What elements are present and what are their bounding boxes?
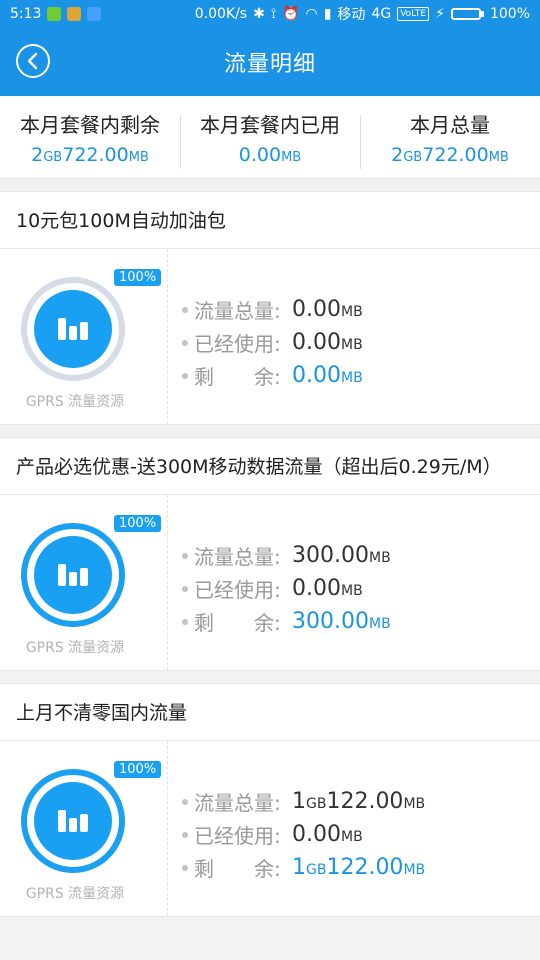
battery-icon xyxy=(450,8,484,20)
package-title: 10元包100M自动加油包 xyxy=(0,192,540,249)
summary-remaining-value: 2GB722.00MB xyxy=(31,143,149,166)
summary-total-label: 本月总量 xyxy=(410,112,490,137)
used-row: 已经使用: 0.00MB xyxy=(182,818,540,851)
charging-icon: ⚡ xyxy=(435,6,445,22)
usage-ring xyxy=(21,523,125,627)
app-notification-icon xyxy=(47,7,62,21)
signal-icon: ▮ xyxy=(323,6,332,22)
summary-used-label: 本月套餐内已用 xyxy=(200,112,340,137)
usage-ring xyxy=(21,277,125,381)
bullet-icon xyxy=(182,339,188,346)
summary-remaining: 本月套餐内剩余 2GB722.00MB xyxy=(0,109,180,166)
net-speed: 0.00K/s xyxy=(194,6,248,22)
bullet-icon xyxy=(182,864,188,871)
bullet-icon xyxy=(182,618,188,625)
usage-summary: 本月套餐内剩余 2GB722.00MB 本月套餐内已用 0.00MB 本月总量 … xyxy=(0,96,540,179)
package-card[interactable]: 10元包100M自动加油包 100% GPRS 流量资源 流量总量: 0.00M… xyxy=(0,191,540,425)
page-title: 流量明细 xyxy=(223,52,316,77)
usage-ring xyxy=(21,769,125,873)
back-button[interactable] xyxy=(16,44,50,78)
app-notification-icon xyxy=(87,7,102,21)
network-type: 4G xyxy=(371,6,392,22)
percent-badge: 100% xyxy=(114,515,162,532)
alarm-icon: ⏰ xyxy=(282,6,300,22)
package-card[interactable]: 产品必选优惠-送300M移动数据流量（超出后0.29元/M） 100% GPRS… xyxy=(0,437,540,671)
package-card[interactable]: 上月不清零国内流量 100% GPRS 流量资源 流量总量: 1GB122.00… xyxy=(0,683,540,917)
status-bar: 5:13 0.00K/s ✱ ⟟ ⏰ ◠ ▮ 移动 4G VoLTE ⚡ 100… xyxy=(0,0,540,28)
bar-chart-icon xyxy=(58,564,88,586)
bullet-icon xyxy=(182,831,188,838)
summary-used: 本月套餐内已用 0.00MB xyxy=(180,109,360,169)
status-time: 5:13 xyxy=(10,6,42,22)
summary-total-value: 2GB722.00MB xyxy=(391,143,509,166)
package-title: 上月不清零国内流量 xyxy=(0,684,540,741)
resource-label: GPRS 流量资源 xyxy=(25,394,125,410)
summary-used-value: 0.00MB xyxy=(238,143,302,166)
bullet-icon xyxy=(182,552,188,559)
percent-badge: 100% xyxy=(114,761,162,778)
used-row: 已经使用: 0.00MB xyxy=(182,572,540,605)
battery-percent: 100% xyxy=(489,6,530,22)
total-row: 流量总量: 0.00MB xyxy=(182,293,540,326)
wifi-icon: ◠ xyxy=(305,6,318,22)
resource-label: GPRS 流量资源 xyxy=(25,640,125,656)
bullet-icon xyxy=(182,372,188,379)
remain-row: 剩 余: 0.00MB xyxy=(182,359,540,392)
percent-badge: 100% xyxy=(114,269,162,286)
vibrate-icon: ⟟ xyxy=(270,6,277,22)
summary-remaining-label: 本月套餐内剩余 xyxy=(20,112,160,137)
bar-chart-icon xyxy=(58,810,88,832)
bar-chart-icon xyxy=(58,318,88,340)
volte-badge: VoLTE xyxy=(397,7,430,21)
bullet-icon xyxy=(182,798,188,805)
app-notification-icon xyxy=(67,7,82,21)
used-row: 已经使用: 0.00MB xyxy=(182,326,540,359)
bullet-icon xyxy=(182,585,188,592)
package-title: 产品必选优惠-送300M移动数据流量（超出后0.29元/M） xyxy=(0,438,540,495)
carrier-name: 移动 xyxy=(337,7,366,23)
total-row: 流量总量: 1GB122.00MB xyxy=(182,785,540,818)
summary-total: 本月总量 2GB722.00MB xyxy=(360,109,540,169)
total-row: 流量总量: 300.00MB xyxy=(182,539,540,572)
remain-row: 剩 余: 300.00MB xyxy=(182,605,540,638)
resource-label: GPRS 流量资源 xyxy=(25,886,125,902)
chevron-left-icon xyxy=(27,52,38,70)
bullet-icon xyxy=(182,306,188,313)
remain-row: 剩 余: 1GB122.00MB xyxy=(182,851,540,884)
bluetooth-icon: ✱ xyxy=(253,6,265,22)
app-bar: 流量明细 xyxy=(0,28,540,96)
